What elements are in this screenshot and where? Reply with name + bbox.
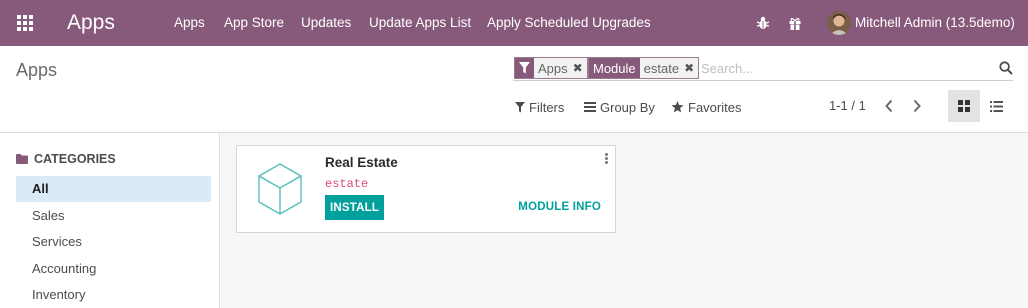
chevron-right-icon[interactable]: [912, 99, 922, 113]
filter-icon: [515, 58, 534, 78]
pager-value[interactable]: 1-1 / 1: [829, 98, 866, 114]
avatar[interactable]: [827, 11, 851, 35]
cube-icon: [258, 163, 302, 215]
app-brand[interactable]: Apps: [67, 9, 115, 37]
chevron-left-icon[interactable]: [884, 99, 894, 113]
kanban-view-icon: [958, 100, 970, 112]
filters-label: Filters: [529, 99, 565, 115]
facet-value-module: estate: [643, 60, 680, 76]
menu-apps[interactable]: Apps: [174, 15, 205, 31]
search-facet-apps: Apps ✖: [514, 57, 588, 79]
kebab-menu-icon[interactable]: [603, 153, 609, 165]
top-navbar: Apps Apps App Store Updates Update Apps …: [0, 0, 1028, 46]
gift-icon[interactable]: [788, 15, 802, 31]
filter-icon: [515, 101, 525, 112]
user-menu[interactable]: Mitchell Admin (13.5demo): [855, 15, 1015, 31]
list-view-button[interactable]: [980, 90, 1012, 122]
facet-remove-icon[interactable]: ✖: [573, 61, 583, 75]
install-button[interactable]: INSTALL: [325, 195, 384, 220]
search-bar: Apps ✖ Module estate ✖: [513, 56, 1013, 81]
search-icon[interactable]: [999, 61, 1013, 75]
app-card[interactable]: Real Estate estate INSTALL MODULE INFO: [236, 145, 616, 233]
kanban-area: Real Estate estate INSTALL MODULE INFO: [221, 133, 1028, 308]
page-title: Apps: [16, 60, 58, 80]
facet-remove-icon[interactable]: ✖: [684, 61, 694, 75]
search-input[interactable]: [701, 59, 981, 77]
category-item-services[interactable]: Services: [16, 229, 211, 255]
menu-apply-scheduled-upgrades[interactable]: Apply Scheduled Upgrades: [487, 15, 651, 31]
list-view-icon: [989, 100, 1003, 112]
favorites-label: Favorites: [688, 99, 742, 115]
category-sidebar: CATEGORIES All Sales Services Accounting…: [0, 133, 220, 308]
menu-app-store[interactable]: App Store: [224, 15, 284, 31]
kanban-view-button[interactable]: [948, 90, 980, 122]
category-item-sales[interactable]: Sales: [16, 203, 211, 229]
menu-update-apps-list[interactable]: Update Apps List: [369, 15, 471, 31]
bug-icon[interactable]: [756, 15, 770, 31]
category-item-all[interactable]: All: [16, 176, 211, 202]
group-by-button[interactable]: Group By: [584, 98, 655, 116]
app-menu-icon[interactable]: [17, 15, 33, 31]
group-by-label: Group By: [600, 99, 655, 115]
categories-header: CATEGORIES: [16, 152, 116, 166]
category-item-inventory[interactable]: Inventory: [16, 282, 211, 308]
bars-icon: [584, 102, 596, 112]
app-title: Real Estate: [325, 155, 398, 170]
filters-button[interactable]: Filters: [515, 98, 564, 116]
favorites-button[interactable]: Favorites: [671, 98, 741, 116]
folder-icon: [16, 154, 28, 164]
module-info-button[interactable]: MODULE INFO: [518, 201, 601, 213]
app-technical-name: estate: [325, 177, 369, 191]
facet-value-apps: Apps: [538, 60, 568, 76]
facet-label-module: Module: [589, 58, 640, 78]
star-icon: [671, 101, 684, 113]
search-facet-module: Module estate ✖: [588, 57, 700, 79]
categories-label: CATEGORIES: [34, 152, 116, 166]
menu-updates[interactable]: Updates: [301, 15, 351, 31]
category-item-accounting[interactable]: Accounting: [16, 256, 211, 282]
